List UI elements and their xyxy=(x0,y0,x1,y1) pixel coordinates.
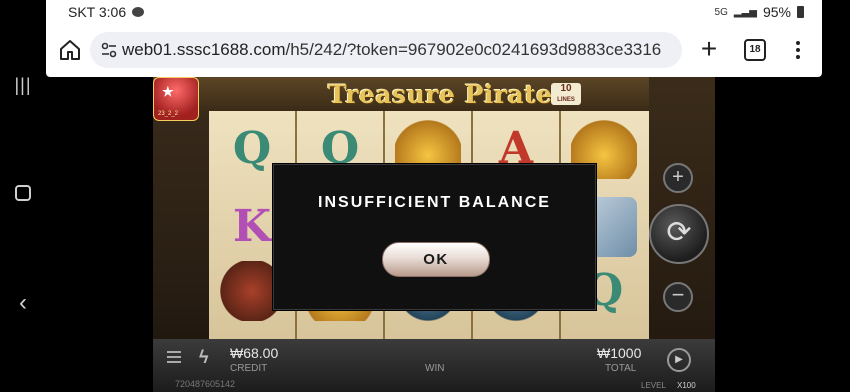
level-value: X100 xyxy=(677,381,696,390)
autoplay-icon[interactable]: ▶ xyxy=(667,348,691,372)
ok-button[interactable]: OK xyxy=(382,242,490,277)
tune-icon[interactable] xyxy=(100,41,118,59)
status-right: 5G ▂▃▅ 95% xyxy=(715,4,804,20)
win-label: WIN xyxy=(425,363,445,374)
system-nav-bar: ||| ‹ xyxy=(0,0,46,392)
game-title: Treasure Pirate xyxy=(328,80,553,109)
game-id: 720487605142 xyxy=(175,379,236,389)
lines-label: LINES xyxy=(557,97,575,103)
game-header: Treasure Pirate 10 LINES xyxy=(153,77,715,111)
home-icon[interactable] xyxy=(58,38,82,62)
dialog-message: INSUFFICIENT BALANCE xyxy=(318,194,551,211)
lines-number: 10 xyxy=(560,83,572,94)
browser-chrome: SKT 3:06 5G ▂▃▅ 95% web01.sssc1688.com/h… xyxy=(46,0,822,77)
lines-badge: 10 LINES xyxy=(551,83,581,105)
credit-value: ₩68.00 xyxy=(230,345,279,361)
home-nav-icon[interactable] xyxy=(10,180,36,206)
url-text[interactable]: web01.sssc1688.com/h5/242/?token=967902e… xyxy=(122,40,674,60)
battery-text: 95% xyxy=(762,4,791,20)
network-badge: 5G xyxy=(714,6,728,18)
insufficient-balance-dialog: INSUFFICIENT BALANCE OK xyxy=(273,164,596,310)
promo-icon: ★ xyxy=(162,84,174,99)
signal-icon: ▂▃▅ xyxy=(733,6,757,18)
plus-icon[interactable]: + xyxy=(696,35,722,63)
recents-icon[interactable]: ||| xyxy=(10,72,36,98)
status-left: SKT 3:06 xyxy=(68,4,145,20)
promo-text: 23_2_2 xyxy=(158,111,179,117)
credit-label: CREDIT xyxy=(230,363,268,374)
battery-icon xyxy=(797,6,804,18)
level-label: LEVEL xyxy=(641,381,666,390)
message-icon xyxy=(132,7,145,17)
total-label: TOTAL xyxy=(605,363,637,374)
decrease-bet-button[interactable]: − xyxy=(663,282,693,312)
increase-bet-button[interactable]: + xyxy=(663,163,693,193)
url-host: web01.sssc1688.com xyxy=(122,40,286,59)
url-row: web01.sssc1688.com/h5/242/?token=967902e… xyxy=(46,32,822,68)
spin-button[interactable]: ⟳ xyxy=(649,204,709,264)
menu-icon[interactable] xyxy=(167,351,181,365)
more-icon[interactable] xyxy=(794,38,802,62)
carrier-time: SKT 3:06 xyxy=(68,4,127,20)
url-path: /h5/242/?token=967902e0c0241693d9883ce33… xyxy=(285,40,662,59)
promo-badge[interactable]: ★ 23_2_2 xyxy=(153,77,199,121)
total-value: ₩1000 xyxy=(597,345,642,361)
tabs-button[interactable]: 18 xyxy=(744,39,766,61)
turbo-icon[interactable]: ϟ xyxy=(199,347,221,369)
address-bar[interactable]: web01.sssc1688.com/h5/242/?token=967902e… xyxy=(90,32,682,68)
game-bottom-bar: ϟ ₩68.00 CREDIT WIN ₩1000 TOTAL ▶ 720487… xyxy=(153,339,715,392)
back-icon[interactable]: ‹ xyxy=(10,289,36,316)
